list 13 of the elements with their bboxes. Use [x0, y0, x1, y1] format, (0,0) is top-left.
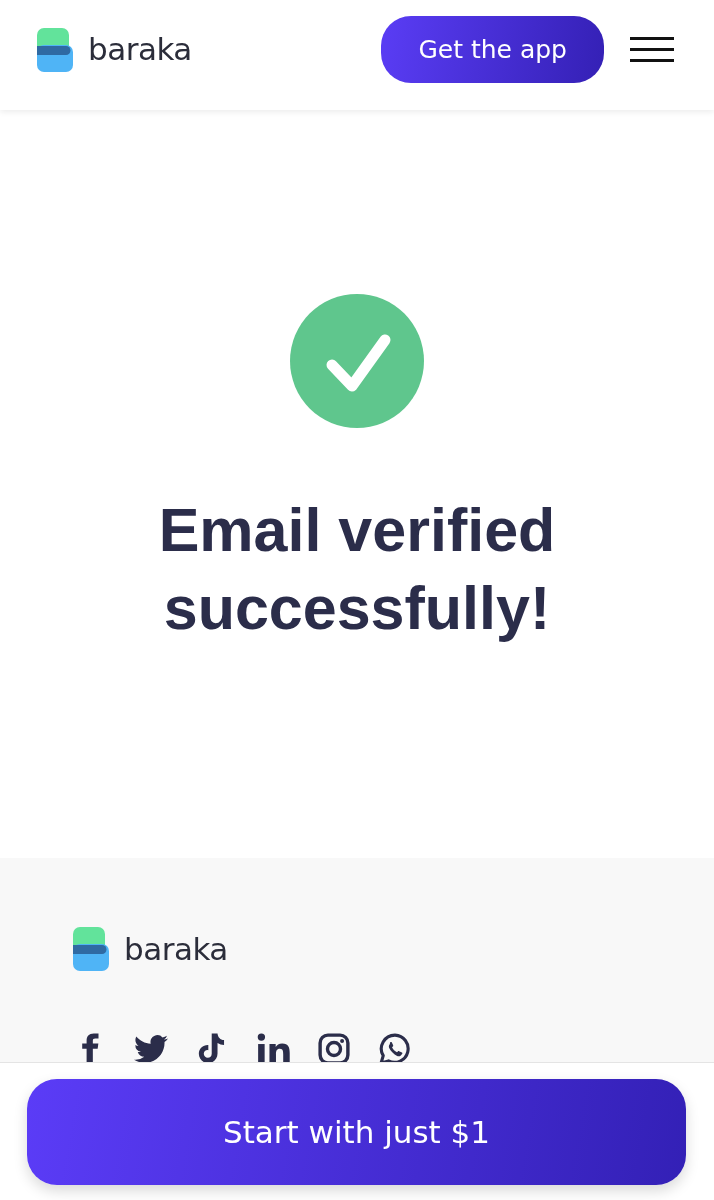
- twitter-icon[interactable]: [134, 1032, 168, 1062]
- whatsapp-icon[interactable]: [378, 1032, 412, 1062]
- linkedin-icon[interactable]: [256, 1032, 290, 1062]
- menu-icon[interactable]: [630, 37, 674, 62]
- logo-link[interactable]: baraka: [37, 27, 192, 72]
- verification-title: Email verified successfully!: [157, 495, 557, 644]
- start-button[interactable]: Start with just $1: [27, 1079, 686, 1185]
- logo-icon: [73, 927, 109, 971]
- check-icon: [290, 294, 424, 428]
- logo-link[interactable]: baraka: [73, 927, 228, 971]
- logo-icon: [37, 27, 73, 72]
- get-app-button[interactable]: Get the app: [381, 16, 604, 83]
- instagram-icon[interactable]: [317, 1032, 351, 1062]
